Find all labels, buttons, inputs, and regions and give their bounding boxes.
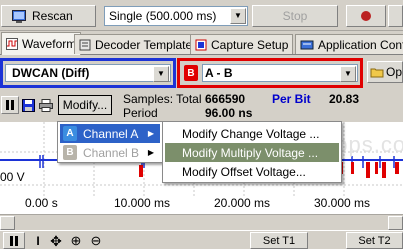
channel-b-select[interactable]: A - B ▼ (202, 64, 358, 82)
per-bit-label: Per Bit (272, 92, 311, 106)
scroll-right-button[interactable] (388, 216, 403, 230)
channel-b-badge: B (184, 65, 198, 81)
modify-submenu: Modify Change Voltage ... Modify Multipl… (162, 121, 342, 183)
menu-item-channel-a[interactable]: A Channel A ▶ (60, 124, 160, 143)
tab-application-config[interactable]: Application Confi (295, 34, 403, 54)
pause-icon (6, 100, 14, 110)
channel-context-menu: A Channel A ▶ B Channel B ▶ (57, 121, 163, 163)
rescan-label: Rescan (32, 9, 73, 23)
menu-item-channel-b[interactable]: B Channel B ▶ (60, 143, 160, 162)
stop-button[interactable]: Stop (252, 5, 338, 27)
channel-a-selector: A DWCAN (Diff) ▼ (0, 58, 176, 88)
menu-item-modify-change-voltage[interactable]: Modify Change Voltage ... (165, 124, 339, 143)
info-row: Modify... Samples: Total 666590 Per Bit … (0, 91, 403, 121)
open-button[interactable]: Op (367, 61, 403, 83)
top-toolbar: Rescan Single (500.000 ms) ▼ Stop (0, 0, 403, 31)
print-button[interactable] (37, 96, 55, 114)
waveform-icon (6, 38, 18, 50)
bottom-toolbar: I ✥ ⊕ ⊖ Set T1 Set T2 (0, 230, 403, 249)
period-value: 96.00 ns (205, 106, 253, 120)
channel-a-badge: A (63, 126, 77, 141)
menu-item-label: Channel B (83, 145, 140, 160)
open-label: Op (385, 65, 402, 79)
time-tick: 30.000 ms (314, 196, 371, 210)
move-tool-icon[interactable]: ✥ (48, 233, 64, 249)
set-t2-label: Set T2 (358, 234, 391, 247)
timebase-value: Single (500.000 ms) (109, 9, 217, 23)
menu-item-label: Modify Multiply Voltage ... (182, 145, 319, 160)
tab-bar: Waveform Decoder Templates Capture Setup… (0, 32, 403, 55)
stop-label: Stop (282, 9, 308, 23)
tab-waveform[interactable]: Waveform (1, 32, 82, 55)
decoder-icon (79, 39, 91, 50)
rescan-button[interactable]: Rescan (1, 5, 96, 27)
app-config-icon (300, 40, 314, 49)
modify-label: Modify... (62, 98, 108, 112)
printer-icon (39, 98, 53, 112)
tab-decoder-templates[interactable]: Decoder Templates (74, 34, 204, 54)
record-button[interactable] (346, 5, 386, 27)
capture-icon (195, 39, 207, 50)
time-tick: 20.000 ms (214, 196, 271, 210)
save-icon (21, 98, 35, 112)
channel-b-badge: B (63, 145, 77, 160)
menu-item-label: Modify Offset Voltage... (182, 164, 306, 179)
time-tick: 10.000 ms (114, 196, 171, 210)
record-icon (361, 11, 371, 21)
chevron-down-icon[interactable]: ▼ (340, 66, 356, 82)
time-tick: 0.00 s (25, 196, 58, 210)
toolbar-overflow-button[interactable] (388, 5, 403, 27)
samples-value: 666590 (205, 92, 246, 106)
channel-a-select[interactable]: DWCAN (Diff) ▼ (5, 64, 171, 82)
menu-item-modify-offset-voltage[interactable]: Modify Offset Voltage... (165, 162, 339, 181)
tab-application-config-label: Application Confi (318, 37, 403, 52)
pause-button[interactable] (3, 232, 25, 249)
channel-a-value: DWCAN (Diff) (12, 66, 90, 80)
tab-capture-setup[interactable]: Capture Setup (190, 34, 294, 54)
folder-icon (370, 68, 384, 78)
tab-decoder-templates-label: Decoder Templates (95, 37, 199, 52)
voltage-label: 00 V (0, 170, 25, 184)
timebase-select[interactable]: Single (500.000 ms) ▼ (104, 6, 248, 26)
modify-button[interactable]: Modify... (58, 95, 112, 115)
menu-item-modify-multiply-voltage[interactable]: Modify Multiply Voltage ... (165, 143, 339, 162)
pause-icon (10, 235, 18, 246)
tab-capture-setup-label: Capture Setup (211, 37, 289, 52)
menu-item-label: Modify Change Voltage ... (182, 126, 320, 141)
tab-waveform-label: Waveform (22, 37, 77, 51)
samples-label: Samples: Total (123, 92, 202, 106)
period-label: Period (123, 106, 158, 120)
save-button[interactable] (19, 96, 37, 114)
scroll-left-button[interactable] (0, 216, 15, 230)
menu-item-label: Channel A (83, 126, 139, 141)
channel-b-selector: B A - B ▼ (177, 58, 363, 88)
time-axis: 0.00 s 10.000 ms 20.000 ms 30.000 ms (0, 196, 403, 214)
chevron-right-icon: ▶ (147, 129, 154, 138)
chevron-down-icon[interactable]: ▼ (153, 66, 169, 82)
chevron-down-icon[interactable]: ▼ (230, 8, 246, 24)
zoom-in-icon[interactable]: ⊕ (68, 233, 84, 249)
pause-button[interactable] (1, 96, 19, 114)
horizontal-scrollbar[interactable] (0, 214, 403, 230)
zoom-out-icon[interactable]: ⊖ (88, 233, 104, 249)
set-t1-label: Set T1 (262, 234, 296, 247)
rescan-icon (12, 9, 26, 23)
chevron-right-icon: ▶ (147, 148, 154, 157)
channel-b-value: A - B (205, 66, 233, 80)
set-t1-button[interactable]: Set T1 (250, 232, 308, 249)
set-t2-button[interactable]: Set T2 (346, 232, 403, 249)
channel-row: A DWCAN (Diff) ▼ B A - B ▼ Op (0, 56, 403, 90)
per-bit-value: 20.83 (329, 92, 360, 106)
cursor-tool-icon[interactable]: I (30, 233, 46, 249)
